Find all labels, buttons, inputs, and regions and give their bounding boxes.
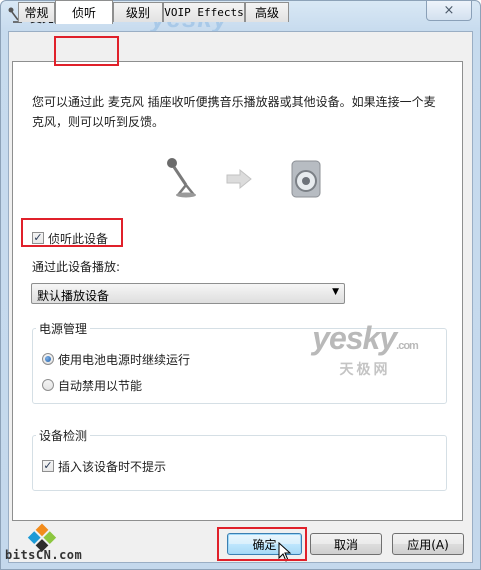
ok-button-label: 确定 <box>252 537 277 552</box>
power-group-title: 电源管理 <box>36 320 91 337</box>
bitscn-logo-text: bitsCN.com <box>5 548 83 562</box>
microphone-stand-icon <box>167 158 196 198</box>
yesky-main-text: yesky <box>312 320 397 356</box>
no-prompt-checkbox-label[interactable]: 插入该设备时不提示 <box>58 458 166 475</box>
tab-general[interactable]: 常规 <box>18 2 55 22</box>
speaker-icon <box>291 160 321 198</box>
tab-label: VOIP Effects <box>164 6 244 19</box>
mouse-cursor-icon <box>278 542 292 562</box>
tab-voip-effects[interactable]: VOIP Effects <box>163 2 245 22</box>
arrow-right-icon <box>226 168 252 190</box>
yesky-com-text: .com <box>396 340 419 352</box>
playback-label: 通过此设备播放: <box>32 260 121 274</box>
apply-button[interactable]: 应用(A) <box>392 533 464 555</box>
radio-auto-disable-label[interactable]: 自动禁用以节能 <box>58 377 142 394</box>
no-prompt-checkbox[interactable]: ✓ <box>42 460 54 472</box>
chevron-down-icon: ▼ <box>332 287 339 297</box>
listen-illustration <box>167 158 321 198</box>
select-value: 默认播放设备 <box>37 289 110 303</box>
tab-label: 级别 <box>125 6 150 20</box>
cancel-button-label: 取消 <box>333 537 358 552</box>
listen-checkbox-label[interactable]: 侦听此设备 <box>48 230 108 247</box>
close-button[interactable]: × <box>426 1 472 21</box>
tab-label: 常规 <box>24 6 49 20</box>
radio-keep-running[interactable] <box>42 353 54 365</box>
tab-advanced[interactable]: 高级 <box>245 2 289 22</box>
close-icon: × <box>443 3 455 18</box>
radio-keep-running-label[interactable]: 使用电池电源时继续运行 <box>58 351 190 368</box>
playback-device-select[interactable]: 默认播放设备 ▼ <box>31 283 345 304</box>
tab-levels[interactable]: 级别 <box>113 2 163 22</box>
radio-selected-dot <box>45 356 51 362</box>
tab-label: 高级 <box>254 6 279 20</box>
description-text: 您可以通过此 麦克风 插座收听便携音乐播放器或其他设备。如果连接一个麦克风，则可… <box>32 95 436 129</box>
detect-group-title: 设备检测 <box>36 427 91 444</box>
apply-button-label: 应用(A) <box>407 537 449 552</box>
radio-auto-disable[interactable] <box>42 379 54 391</box>
listen-checkbox[interactable]: ✓ <box>32 232 44 244</box>
cancel-button[interactable]: 取消 <box>310 533 382 555</box>
tab-label: 侦听 <box>71 6 96 20</box>
yesky-watermark: yesky.com 天极网 <box>305 320 425 376</box>
tab-listen[interactable]: 侦听 <box>55 0 113 24</box>
yesky-sub-text: 天极网 <box>339 361 391 377</box>
